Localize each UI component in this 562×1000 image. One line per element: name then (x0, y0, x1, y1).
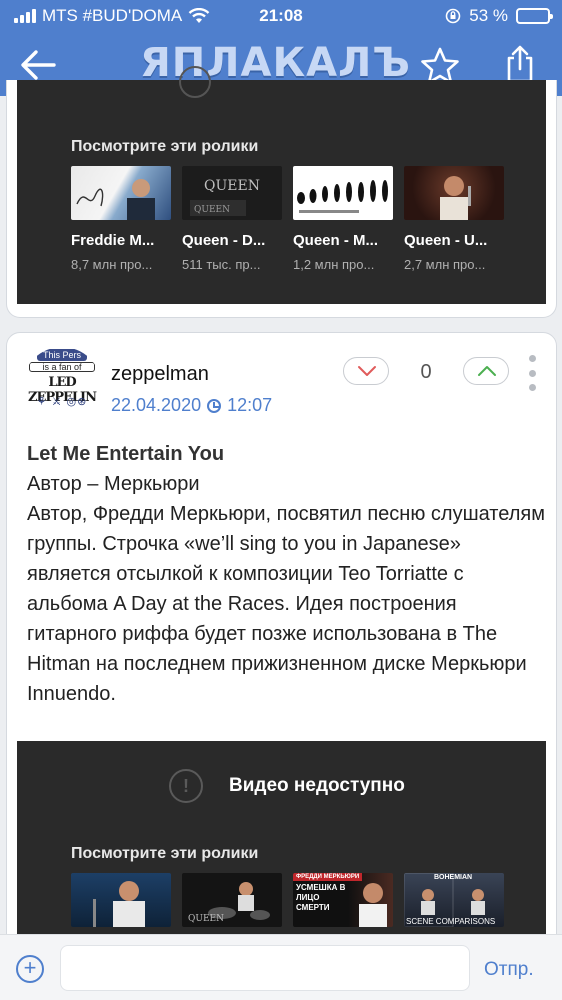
video-views: 8,7 млн про... (71, 257, 153, 272)
video-item[interactable]: ФРЕДДИ МЕРКЬЮРИ УСМЕШКА В ЛИЦО СМЕРТИ (293, 873, 393, 927)
back-arrow-icon[interactable] (18, 48, 58, 82)
video-list: QUEEN ФРЕДДИ МЕРКЬЮРИ УСМЕШКА В ЛИЦО СМЕ… (71, 873, 504, 927)
svg-text:QUEEN: QUEEN (194, 205, 230, 215)
status-bar: MTS #BUD'DOMA 21:08 53 % (0, 0, 562, 34)
dot-icon (528, 369, 536, 377)
concert-photo-icon (93, 881, 145, 927)
alert-icon (179, 66, 211, 98)
battery-info: 53 % (445, 6, 553, 26)
video-thumbnail[interactable] (71, 873, 171, 927)
video-list: Freddie M... 8,7 млн про... QUEEN QUEEN Q… (71, 166, 504, 272)
orientation-lock-icon (445, 8, 461, 24)
battery-percent: 53 % (469, 6, 508, 25)
dot-icon (528, 355, 536, 362)
post-body-paragraph: Автор, Фредди Меркьюри, посвятил песню с… (27, 503, 545, 705)
chevron-up-icon (478, 366, 496, 376)
suggestions-title: Посмотрите эти ролики (71, 138, 259, 155)
queen-cover-icon: QUEEN QUEEN (190, 178, 260, 216)
video-thumbnail[interactable]: ФРЕДДИ МЕРКЬЮРИ УСМЕШКА В ЛИЦО СМЕРТИ (293, 873, 393, 927)
video-thumbnail[interactable] (404, 166, 504, 220)
zoso-symbols-icon: ⚘ ⚔ ◎⊛ (36, 396, 88, 408)
chevron-down-icon (358, 366, 376, 376)
post-title: Let Me Entertain You (27, 443, 225, 465)
previous-post-card: Посмотрите эти ролики Freddie M... 8,7 м… (6, 66, 557, 318)
video-title: Queen - D... (182, 232, 266, 249)
video-views: 1,2 млн про... (293, 257, 375, 272)
comment-input[interactable] (60, 945, 470, 991)
post-body: Автор – Меркьюри Автор, Фредди Меркьюри, … (27, 469, 547, 709)
video-title: Queen - M... (293, 232, 379, 249)
avatar[interactable]: This Pers is a fan of LED ZEPPELIN ⚘ ⚔ ◎… (23, 347, 101, 423)
share-icon[interactable] (500, 44, 540, 84)
clock-icon (207, 398, 222, 413)
star-icon[interactable] (420, 46, 460, 84)
autograph-icon (76, 179, 155, 220)
more-options-button[interactable] (527, 355, 537, 391)
video-item[interactable]: BOHEMIAN SCENE COMPARISONS (404, 873, 504, 927)
avatar-line-1: This Pers (37, 349, 87, 361)
video-item[interactable]: QUEEN QUEEN Queen - D... 511 тыс. пр... (182, 166, 282, 272)
add-attachment-button[interactable]: + (16, 955, 44, 983)
post-card: This Pers is a fan of LED ZEPPELIN ⚘ ⚔ ◎… (6, 332, 557, 973)
battery-icon (516, 8, 553, 24)
video-thumbnail[interactable] (71, 166, 171, 220)
video-title: Freddie M... (71, 232, 155, 249)
upvote-button[interactable] (463, 357, 509, 385)
svg-text:QUEEN: QUEEN (204, 178, 260, 194)
video-item[interactable]: Queen - M... 1,2 млн про... (293, 166, 393, 272)
vote-count: 0 (420, 361, 432, 383)
video-thumbnail[interactable] (293, 166, 393, 220)
suggestions-title: Посмотрите эти ролики (71, 845, 259, 862)
video-unavailable-text: Видео недоступно (229, 775, 405, 796)
avatar-line-2: is a fan of (29, 362, 95, 372)
video-views: 511 тыс. пр... (182, 257, 261, 272)
thumb-caption: QUEEN (188, 914, 224, 924)
singer-photo-icon (440, 176, 471, 220)
post-body-paragraph: Автор – Меркьюри (27, 473, 200, 495)
post-date: 22.04.2020 (111, 395, 202, 415)
post-time: 12:07 (227, 395, 273, 415)
post-author[interactable]: zeppelman (111, 363, 209, 386)
evolution-silhouettes-icon (297, 180, 388, 213)
video-item[interactable]: Queen - U... 2,7 млн про... (404, 166, 504, 272)
portrait-icon (359, 883, 387, 927)
send-button[interactable]: Отпр. (484, 959, 534, 981)
video-thumbnail[interactable]: QUEEN QUEEN (182, 166, 282, 220)
video-thumbnail[interactable]: BOHEMIAN SCENE COMPARISONS (404, 873, 504, 927)
video-item[interactable] (71, 873, 171, 927)
thumb-caption: SCENE COMPARISONS (406, 917, 496, 926)
video-item[interactable]: Freddie M... 8,7 млн про... (71, 166, 171, 272)
video-title: Queen - U... (404, 232, 488, 249)
dot-icon (528, 384, 536, 391)
video-item[interactable]: QUEEN (182, 873, 282, 927)
video-views: 2,7 млн про... (404, 257, 486, 272)
video-suggestions-panel: Посмотрите эти ролики Freddie M... 8,7 м… (17, 66, 546, 304)
alert-icon: ! (169, 769, 203, 803)
post-timestamp: 22.04.2020 12:07 (111, 395, 272, 416)
video-thumbnail[interactable]: QUEEN (182, 873, 282, 927)
comment-composer: + Отпр. (0, 934, 562, 1000)
downvote-button[interactable] (343, 357, 389, 385)
